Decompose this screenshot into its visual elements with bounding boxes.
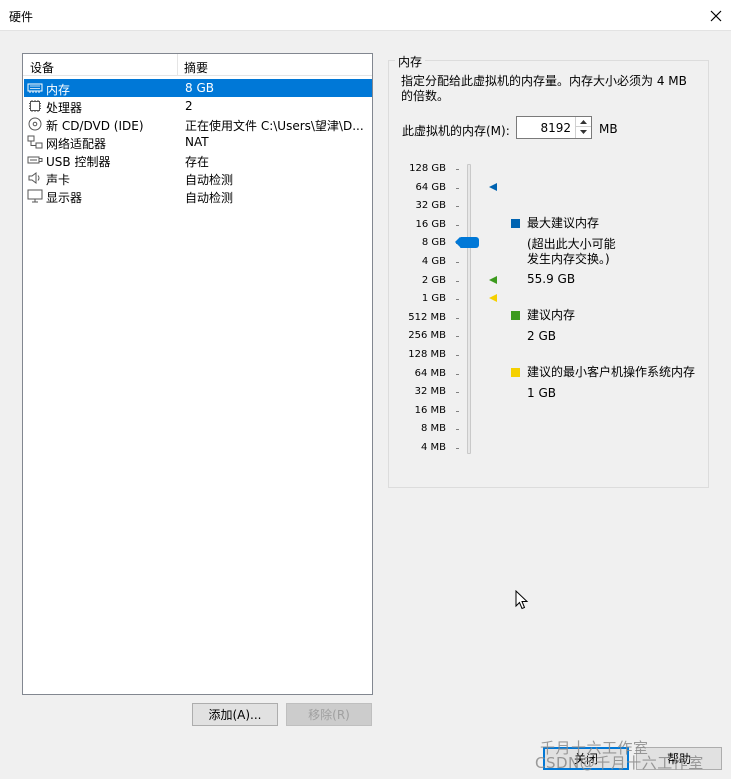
spin-down-button[interactable] [576, 127, 591, 137]
device-row-cpu[interactable]: 处理器 2 [24, 97, 372, 115]
device-name: 声卡 [46, 173, 71, 187]
slider-tick-label: 16 MB [414, 404, 446, 416]
max-recommended-marker-icon [489, 183, 497, 191]
slider-tick-mark [456, 317, 459, 319]
memory-icon [27, 81, 43, 95]
slider-tick-mark [456, 187, 459, 189]
device-name: 内存 [46, 83, 71, 97]
column-header-summary[interactable]: 摘要 [184, 59, 208, 76]
device-row-network[interactable]: 网络适配器 NAT [24, 133, 372, 151]
slider-tick-mark [456, 224, 459, 226]
device-list-header: 设备 摘要 [23, 54, 372, 76]
slider-tick-label: 64 GB [415, 181, 446, 193]
device-name: USB 控制器 [46, 155, 111, 169]
slider-tick-mark [456, 373, 459, 375]
device-summary: 自动检测 [185, 191, 234, 205]
close-icon [710, 10, 722, 21]
device-name: 处理器 [46, 101, 83, 115]
recommended-legend-icon [511, 311, 520, 320]
title-bar: 硬件 [0, 0, 731, 31]
recommended-value: 2 GB [527, 329, 556, 343]
slider-tick-mark [456, 410, 459, 412]
memory-size-input[interactable]: 8192 [540, 121, 571, 135]
max-recommended-note-line2: 发生内存交换。) [527, 252, 610, 266]
device-summary: 正在使用文件 C:\Users\望津\D... [185, 119, 364, 133]
mouse-pointer-icon [515, 590, 529, 610]
device-summary: 2 [185, 99, 193, 113]
slider-tick-label: 16 GB [415, 218, 446, 230]
slider-tick-mark [456, 169, 459, 170]
slider-tick-label: 4 GB [421, 256, 446, 267]
slider-tick-label: 1 GB [421, 293, 446, 305]
slider-tick-label: 32 GB [415, 200, 446, 212]
device-summary: 存在 [185, 155, 210, 169]
device-summary: NAT [185, 135, 209, 149]
device-name: 新 CD/DVD (IDE) [46, 119, 144, 133]
min-recommended-legend-icon [511, 368, 520, 377]
device-row-usb[interactable]: USB 控制器 存在 [24, 151, 372, 169]
slider-tick-label: 2 GB [421, 274, 446, 286]
max-recommended-note-line1: (超出此大小可能 [527, 237, 616, 251]
recommended-title: 建议内存 [527, 308, 576, 322]
slider-tick-label: 8 MB [420, 423, 446, 435]
min-recommended-marker-icon [489, 294, 497, 302]
slider-tick-mark [456, 336, 459, 338]
memory-slider-track[interactable] [467, 164, 471, 454]
min-recommended-value: 1 GB [527, 386, 556, 400]
max-recommended-legend-icon [511, 219, 520, 228]
add-device-button[interactable]: 添加(A)... [192, 703, 278, 726]
max-recommended-title: 最大建议内存 [527, 216, 600, 230]
slider-tick-label: 128 MB [408, 349, 446, 360]
device-name: 网络适配器 [46, 137, 107, 151]
slider-tick-label: 32 MB [414, 386, 446, 398]
memory-unit-label: MB [599, 122, 618, 136]
close-window-button[interactable] [701, 0, 731, 31]
max-recommended-value: 55.9 GB [527, 272, 576, 286]
memory-size-spinbox[interactable]: 8192 [516, 116, 592, 139]
device-row-sound[interactable]: 声卡 自动检测 [24, 169, 372, 187]
slider-tick-mark [456, 280, 459, 282]
disc-icon [27, 117, 43, 131]
network-icon [27, 135, 43, 149]
device-summary: 自动检测 [185, 173, 234, 187]
device-name: 显示器 [46, 191, 83, 205]
usb-icon [27, 153, 43, 167]
slider-tick-label: 512 MB [408, 311, 446, 323]
speaker-icon [27, 171, 43, 185]
device-summary: 8 GB [185, 81, 214, 95]
slider-tick-mark [456, 262, 459, 263]
slider-tick-label: 8 GB [421, 237, 446, 249]
slider-tick-label: 4 MB [420, 442, 446, 453]
memory-slider-thumb[interactable] [455, 237, 479, 248]
slider-tick-mark [456, 429, 459, 431]
min-recommended-title: 建议的最小客户机操作系统内存 [527, 365, 696, 379]
memory-field-label: 此虚拟机的内存(M): [402, 124, 510, 138]
remove-device-button[interactable]: 移除(R) [286, 703, 372, 726]
column-divider[interactable] [177, 54, 178, 76]
slider-tick-label: 128 GB [409, 163, 446, 174]
monitor-icon [27, 189, 43, 203]
slider-tick-mark [456, 206, 459, 208]
device-row-cd-dvd[interactable]: 新 CD/DVD (IDE) 正在使用文件 C:\Users\望津\D... [24, 115, 372, 133]
slider-tick-label: 256 MB [408, 330, 446, 342]
device-row-memory[interactable]: 内存 8 GB [24, 79, 372, 97]
watermark-line2: CSDN@千月十六工作室 [535, 754, 704, 772]
device-list[interactable]: 设备 摘要 内存 8 GB 处理器 2 新 CD/DVD (IDE) 正在使用文… [22, 53, 373, 695]
column-header-device[interactable]: 设备 [30, 59, 54, 76]
spin-buttons [575, 117, 591, 138]
cpu-icon [27, 99, 43, 113]
slider-tick-label: 64 MB [414, 367, 446, 379]
device-row-display[interactable]: 显示器 自动检测 [24, 187, 372, 205]
slider-tick-mark [456, 392, 459, 394]
spin-up-button[interactable] [576, 117, 591, 127]
memory-group-title: 内存 [395, 53, 426, 70]
caret-up-icon [580, 119, 587, 124]
slider-tick-mark [456, 448, 459, 449]
slider-tick-mark [456, 299, 459, 301]
recommended-marker-icon [489, 276, 497, 284]
window-title: 硬件 [9, 10, 34, 24]
caret-down-icon [580, 130, 587, 134]
memory-description: 指定分配给此虚拟机的内存量。内存大小必须为 4 MB 的倍数。 [401, 74, 687, 103]
slider-tick-mark [456, 355, 459, 356]
